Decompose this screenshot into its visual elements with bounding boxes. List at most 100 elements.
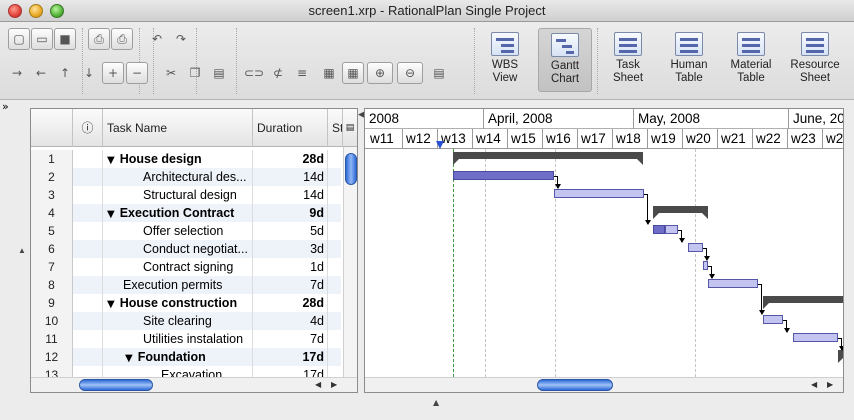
cut-icon[interactable]: ✂: [160, 62, 182, 84]
task-details-icon[interactable]: ▦: [342, 62, 364, 84]
indent-right-icon[interactable]: →: [6, 62, 28, 84]
task-name-cell[interactable]: ▼ Foundation: [103, 348, 253, 366]
task-name-cell[interactable]: Contract signing: [103, 258, 253, 276]
task-name-cell[interactable]: ▼ House construction: [103, 294, 253, 312]
task-name-cell[interactable]: Site clearing: [103, 312, 253, 330]
task-name-cell[interactable]: Execution permits: [103, 276, 253, 294]
row-info-cell: [73, 222, 103, 240]
paste-icon[interactable]: ▤: [208, 62, 230, 84]
table-row[interactable]: 7 Contract signing 1d: [31, 258, 341, 276]
unlink-tasks-icon[interactable]: ⊄: [267, 62, 289, 84]
collapse-triangle-icon[interactable]: ▼: [125, 353, 133, 364]
wbs-view-button[interactable]: WBS View: [478, 28, 532, 92]
scroll-right-icon[interactable]: ▶: [331, 380, 337, 389]
zoom-out-icon[interactable]: ⊖: [397, 62, 423, 84]
task-name: Contract signing: [143, 260, 234, 274]
duration-cell[interactable]: 14d: [253, 186, 328, 204]
column-chooser-icon[interactable]: ▤: [343, 109, 357, 147]
duration-cell[interactable]: 4d: [253, 312, 328, 330]
new-project-icon[interactable]: ▢: [8, 28, 30, 50]
task-name-cell[interactable]: ▼ House design: [103, 150, 253, 168]
table-row[interactable]: 10 Site clearing 4d: [31, 312, 341, 330]
open-icon[interactable]: ▭: [31, 28, 53, 50]
duration-cell[interactable]: 28d: [253, 150, 328, 168]
gantt-scroll-right-icon[interactable]: ▶: [827, 380, 833, 389]
task-grid-horizontal-scrollbar[interactable]: ◀ ▶: [31, 377, 357, 392]
task-bar: [453, 171, 554, 180]
task-name-cell[interactable]: ▼ Execution Contract: [103, 204, 253, 222]
undo-icon[interactable]: ↶: [146, 28, 168, 50]
task-grid-vertical-scrollbar[interactable]: [343, 147, 357, 377]
human-table-button[interactable]: Human Table: [662, 28, 716, 92]
collapse-triangle-icon[interactable]: ▼: [107, 155, 115, 166]
table-row[interactable]: 1 ▼ House design 28d: [31, 150, 341, 168]
duration-cell[interactable]: 17d: [253, 348, 328, 366]
zoom-in-icon[interactable]: ⊕: [367, 62, 393, 84]
remove-task-button[interactable]: −: [126, 62, 148, 84]
link-tasks-icon[interactable]: ⊂⊃: [243, 62, 265, 84]
add-task-button[interactable]: +: [102, 62, 124, 84]
task-name-column-header[interactable]: Task Name: [103, 109, 253, 147]
vertical-scroll-thumb[interactable]: [345, 153, 357, 185]
row-info-cell: [73, 294, 103, 312]
duration-cell[interactable]: 1d: [253, 258, 328, 276]
dependency-arrow-icon: [679, 238, 685, 243]
month-label: May, 2008: [633, 109, 788, 129]
dependency-arrow-icon: [709, 274, 715, 279]
gantt-chart: 2008 April, 2008 May, 2008 June, 20 w11 w…: [364, 108, 844, 393]
task-name-cell[interactable]: Conduct negotiat...: [103, 240, 253, 258]
duration-cell[interactable]: 7d: [253, 330, 328, 348]
table-row[interactable]: 9 ▼ House construction 28d: [31, 294, 341, 312]
month-label: 2008: [369, 111, 400, 126]
table-row[interactable]: 2 Architectural des... 14d: [31, 168, 341, 186]
task-name-cell[interactable]: Utilities instalation: [103, 330, 253, 348]
task-info-icon[interactable]: ▦: [318, 62, 340, 84]
table-row[interactable]: 12 ▼ Foundation 17d: [31, 348, 341, 366]
task-name-cell[interactable]: Structural design: [103, 186, 253, 204]
collapse-bottom-arrow-icon[interactable]: ▲: [433, 398, 439, 407]
save-icon[interactable]: ■: [54, 28, 76, 50]
table-row[interactable]: 11 Utilities instalation 7d: [31, 330, 341, 348]
redo-icon[interactable]: ↷: [170, 28, 192, 50]
resource-sheet-button[interactable]: Resource Sheet: [786, 28, 844, 92]
split-task-icon[interactable]: ≡: [291, 62, 313, 84]
duration-cell[interactable]: 9d: [253, 204, 328, 222]
gantt-scroll-left-icon[interactable]: ◀: [811, 380, 817, 389]
duration-cell[interactable]: 5d: [253, 222, 328, 240]
table-row[interactable]: 4 ▼ Execution Contract 9d: [31, 204, 341, 222]
move-down-icon[interactable]: ↓: [78, 62, 100, 84]
task-name-cell[interactable]: Architectural des...: [103, 168, 253, 186]
duration-cell[interactable]: 14d: [253, 168, 328, 186]
table-row[interactable]: 3 Structural design 14d: [31, 186, 341, 204]
scroll-left-icon[interactable]: ◀: [315, 380, 321, 389]
print-preview-icon[interactable]: ⎙: [111, 28, 133, 50]
gantt-scroll-thumb[interactable]: [537, 379, 613, 391]
gantt-chart-icon: [551, 33, 579, 57]
table-row[interactable]: 6 Conduct negotiat... 3d: [31, 240, 341, 258]
table-row[interactable]: 8 Execution permits 7d: [31, 276, 341, 294]
start-column-header[interactable]: St: [328, 109, 343, 147]
horizontal-scroll-thumb[interactable]: [79, 379, 153, 391]
duration-cell[interactable]: 7d: [253, 276, 328, 294]
outdent-left-icon[interactable]: ←: [30, 62, 52, 84]
collapse-triangle-icon[interactable]: ▼: [107, 299, 115, 310]
row-info-cell: [73, 330, 103, 348]
duration-column-header[interactable]: Duration: [253, 109, 328, 147]
task-bar: [708, 279, 758, 288]
print-icon[interactable]: ⎙: [88, 28, 110, 50]
table-row[interactable]: 5 Offer selection 5d: [31, 222, 341, 240]
expand-panel-icon[interactable]: »: [2, 100, 9, 113]
gantt-chart-button[interactable]: Gantt Chart: [538, 28, 592, 92]
notes-icon[interactable]: ▤: [428, 62, 450, 84]
move-up-icon[interactable]: ↑: [54, 62, 76, 84]
copy-icon[interactable]: ❐: [184, 62, 206, 84]
gantt-horizontal-scrollbar[interactable]: ◀ ▶: [365, 377, 843, 392]
task-name-cell[interactable]: Offer selection: [103, 222, 253, 240]
task-sheet-button[interactable]: Task Sheet: [601, 28, 655, 92]
material-table-button[interactable]: Material Table: [724, 28, 778, 92]
collapse-triangle-icon[interactable]: ▼: [107, 209, 115, 220]
duration-cell[interactable]: 3d: [253, 240, 328, 258]
collapse-left-arrow-icon[interactable]: ▲: [18, 246, 26, 255]
info-column-header[interactable]: ⓘ: [73, 109, 103, 147]
duration-cell[interactable]: 28d: [253, 294, 328, 312]
